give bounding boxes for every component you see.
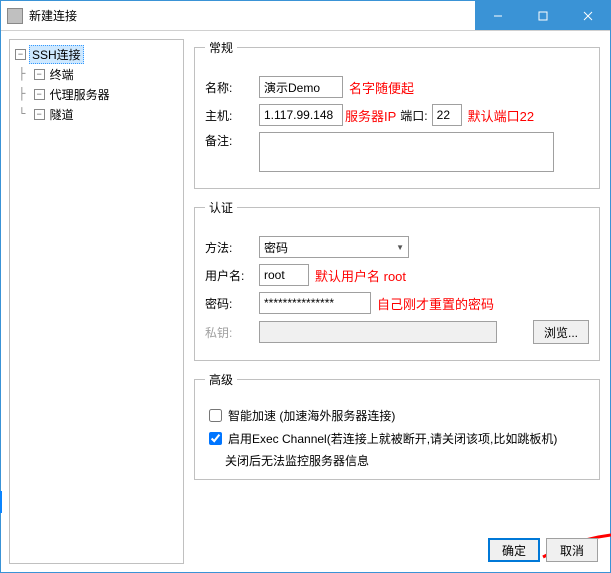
label-name: 名称:: [205, 79, 259, 96]
annotation-password: 自己刚才重置的密码: [377, 294, 494, 313]
legend-advanced: 高级: [205, 371, 237, 388]
tree-item-ssh[interactable]: − SSH连接: [12, 44, 181, 64]
key-input: [259, 321, 497, 343]
titlebar[interactable]: 新建连接: [1, 1, 610, 31]
host-input[interactable]: [259, 104, 343, 126]
maximize-button[interactable]: [520, 1, 565, 30]
ok-button[interactable]: 确定: [488, 538, 540, 562]
decoration: [0, 491, 2, 513]
browse-button[interactable]: 浏览...: [533, 320, 589, 344]
checkbox-accel[interactable]: 智能加速 (加速海外服务器连接): [205, 406, 589, 425]
dialog-window: 新建连接 − SSH连接 ├ − 终端 ├ − 代理服务器 └ − 隧道: [0, 0, 611, 573]
exec-note: 关闭后无法监控服务器信息: [225, 452, 589, 469]
checkbox-accel-input[interactable]: [209, 409, 222, 422]
close-button[interactable]: [565, 1, 610, 30]
minimize-button[interactable]: [475, 1, 520, 30]
cancel-button[interactable]: 取消: [546, 538, 598, 562]
annotation-port: 默认端口22: [468, 106, 534, 125]
tree-item-proxy[interactable]: ├ − 代理服务器: [12, 84, 181, 104]
group-general: 常规 名称: 名字随便起 主机: 服务器IP 端口: 默认端口22 备注:: [194, 39, 600, 189]
remark-input[interactable]: [259, 132, 554, 172]
label-key: 私钥:: [205, 324, 259, 341]
label-password: 密码:: [205, 295, 259, 312]
group-advanced: 高级 智能加速 (加速海外服务器连接) 启用Exec Channel(若连接上就…: [194, 371, 600, 480]
checkbox-exec[interactable]: 启用Exec Channel(若连接上就被断开,请关闭该项,比如跳板机): [205, 429, 589, 448]
annotation-name: 名字随便起: [349, 78, 414, 97]
annotation-user: 默认用户名 root: [315, 266, 406, 285]
group-auth: 认证 方法: 密码 ▼ 用户名: 默认用户名 root 密码: 自己刚才重: [194, 199, 600, 361]
port-input[interactable]: [432, 104, 462, 126]
method-select[interactable]: 密码 ▼: [259, 236, 409, 258]
collapse-icon[interactable]: −: [34, 109, 45, 120]
checkbox-exec-input[interactable]: [209, 432, 222, 445]
tree-item-tunnel[interactable]: └ − 隧道: [12, 104, 181, 124]
label-remark: 备注:: [205, 132, 259, 149]
app-icon: [7, 8, 23, 24]
label-user: 用户名:: [205, 267, 259, 284]
legend-auth: 认证: [205, 199, 237, 216]
tree-item-terminal[interactable]: ├ − 终端: [12, 64, 181, 84]
annotation-host: 服务器IP: [345, 106, 396, 125]
collapse-icon[interactable]: −: [34, 69, 45, 80]
main-panel: 常规 名称: 名字随便起 主机: 服务器IP 端口: 默认端口22 备注:: [188, 31, 610, 572]
label-host: 主机:: [205, 107, 259, 124]
chevron-down-icon: ▼: [396, 243, 404, 252]
collapse-icon[interactable]: −: [15, 49, 26, 60]
label-method: 方法:: [205, 239, 259, 256]
user-input[interactable]: [259, 264, 309, 286]
collapse-icon[interactable]: −: [34, 89, 45, 100]
sidebar-tree[interactable]: − SSH连接 ├ − 终端 ├ − 代理服务器 └ − 隧道: [9, 39, 184, 564]
name-input[interactable]: [259, 76, 343, 98]
window-title: 新建连接: [29, 7, 475, 24]
password-input[interactable]: [259, 292, 371, 314]
legend-general: 常规: [205, 39, 237, 56]
label-port: 端口:: [400, 107, 427, 124]
